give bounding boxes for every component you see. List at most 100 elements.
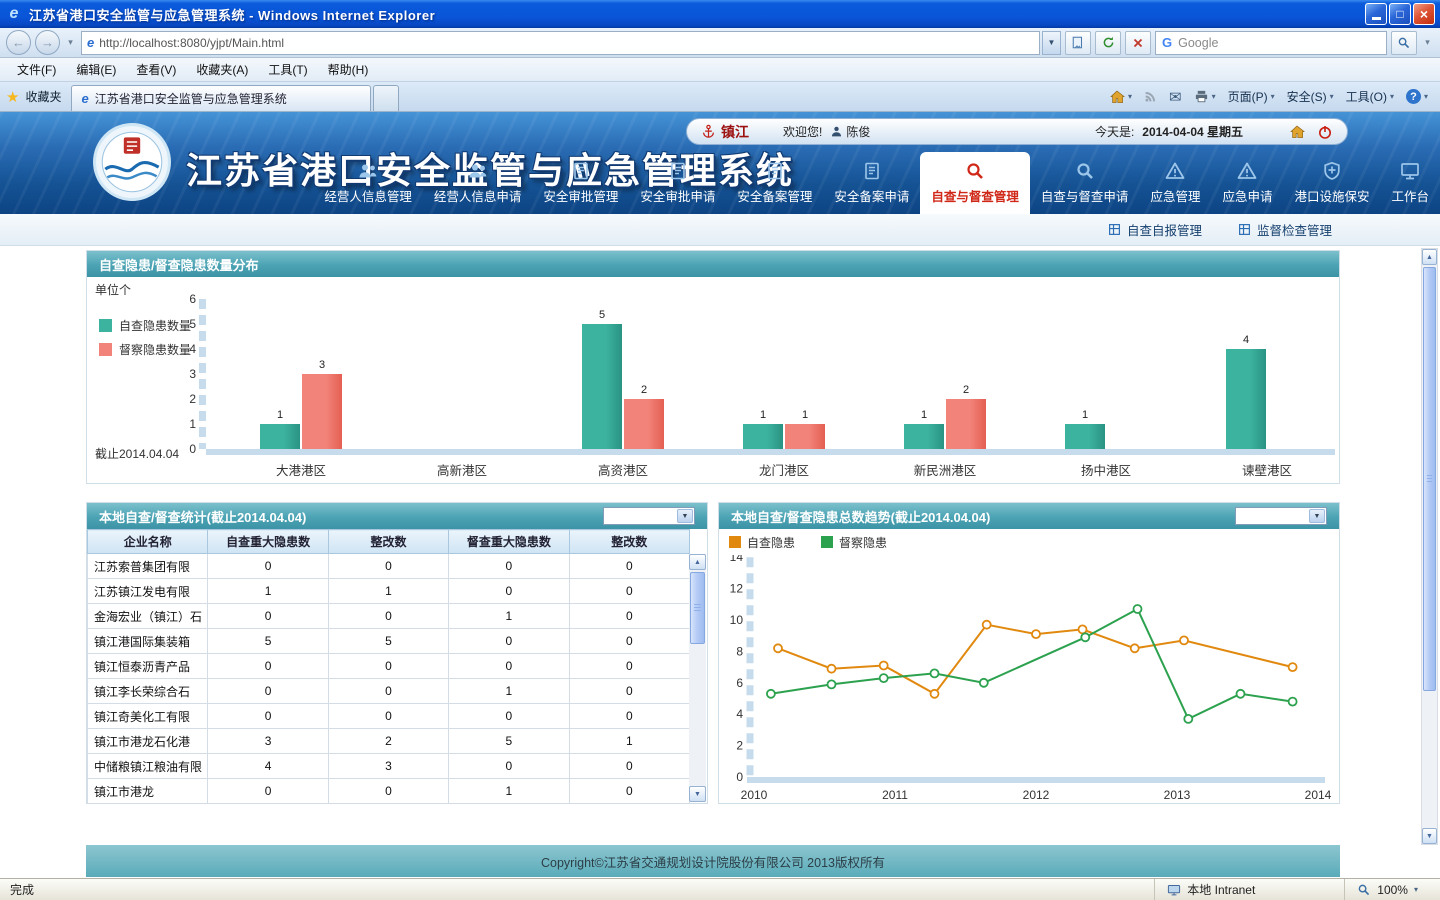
anchor-icon	[701, 124, 716, 139]
nav-item-3[interactable]: 安全审批管理	[532, 152, 629, 214]
menu-item[interactable]: 收藏夹(A)	[187, 58, 257, 81]
history-dropdown[interactable]: ▾	[64, 37, 77, 48]
print-button[interactable]: ▾	[1194, 89, 1216, 104]
page-scroll-track[interactable]	[1422, 265, 1437, 828]
address-field[interactable]: e http://localhost:8080/yjpt/Main.html	[81, 31, 1040, 55]
nav-item-4[interactable]: 安全审批申请	[629, 152, 726, 214]
search-placeholder: Google	[1178, 36, 1218, 50]
svg-text:6: 6	[736, 676, 743, 690]
logout-icon[interactable]	[1317, 124, 1333, 140]
nav-item-8[interactable]: 自查与督查申请	[1030, 152, 1140, 214]
table-row[interactable]: 镇江港国际集装箱5500	[88, 629, 690, 654]
refresh-button[interactable]	[1095, 31, 1121, 55]
table-scroll-track[interactable]	[689, 570, 706, 786]
line-chart-panel: 本地自查/督查隐患总数趋势(截止2014.04.04) ▼ 自查隐患督察隐患 0…	[718, 502, 1340, 804]
page-menu-button[interactable]: 页面(P)▾	[1228, 88, 1275, 105]
search-magnifier-icon	[1397, 36, 1411, 50]
svg-text:12: 12	[730, 582, 744, 596]
city-label: 镇江	[721, 122, 749, 142]
nav-item-6[interactable]: 安全备案申请	[823, 152, 920, 214]
stop-button[interactable]	[1125, 31, 1151, 55]
table-scrollbar[interactable]: ▲ ▼	[689, 554, 706, 802]
grid-icon	[1238, 223, 1251, 236]
sub-menu-item[interactable]: 监督检查管理	[1238, 220, 1332, 239]
table-row[interactable]: 镇江奇美化工有限0000	[88, 704, 690, 729]
table-row[interactable]: 镇江恒泰沥青产品0000	[88, 654, 690, 679]
tools-menu-button[interactable]: 工具(O)▾	[1346, 88, 1394, 105]
nav-item-7[interactable]: 自查与督查管理	[920, 152, 1030, 214]
people-icon	[358, 161, 378, 181]
zoom-icon	[1357, 883, 1371, 897]
address-dropdown[interactable]: ▼	[1042, 31, 1061, 55]
y-tick-label: 1	[172, 417, 196, 431]
table-row[interactable]: 镇江市港龙石化港3251	[88, 729, 690, 754]
safety-menu-button[interactable]: 安全(S)▾	[1287, 88, 1334, 105]
nav-item-12[interactable]: 工作台	[1380, 152, 1440, 214]
maximize-button[interactable]: □	[1389, 3, 1411, 25]
table-cell: 0	[569, 779, 689, 804]
new-tab-stub[interactable]	[373, 85, 399, 111]
search-dropdown[interactable]: ▾	[1421, 37, 1434, 48]
legend-item: 督察隐患	[821, 534, 887, 551]
nav-item-label: 自查与督查管理	[931, 186, 1019, 205]
table-cell: 0	[208, 779, 328, 804]
search-button[interactable]	[1391, 31, 1417, 55]
help-caret-icon: ▾	[1424, 92, 1428, 101]
table-cell: 1	[449, 779, 569, 804]
nav-item-label: 应急申请	[1222, 186, 1272, 205]
legend-swatch	[99, 343, 112, 356]
menu-item[interactable]: 工具(T)	[259, 58, 316, 81]
read-mail-button[interactable]: ✉	[1169, 88, 1182, 106]
browser-tab[interactable]: e 江苏省港口安全监管与应急管理系统	[71, 85, 371, 111]
table-cell: 0	[328, 679, 448, 704]
table-cell: 0	[208, 654, 328, 679]
table-row[interactable]: 镇江李长荣综合石0010	[88, 679, 690, 704]
page-scrollbar[interactable]: ▲ ▼	[1421, 248, 1438, 845]
table-cell: 江苏索普集团有限	[88, 554, 208, 579]
nav-item-2[interactable]: 经营人信息申请	[423, 152, 533, 214]
table-panel-title: 本地自查/督查统计(截止2014.04.04) ▼	[87, 503, 707, 529]
table-filter-select[interactable]: ▼	[603, 507, 695, 525]
table-row[interactable]: 镇江市港龙0010	[88, 779, 690, 804]
feeds-button[interactable]	[1144, 90, 1157, 103]
table-row[interactable]: 金海宏业（镇江）石0010	[88, 604, 690, 629]
nav-item-5[interactable]: 安全备案管理	[726, 152, 823, 214]
table-scroll-thumb[interactable]	[690, 572, 705, 644]
menu-item[interactable]: 编辑(E)	[67, 58, 125, 81]
menu-item[interactable]: 帮助(H)	[319, 58, 378, 81]
zoom-control[interactable]: 100% ▾	[1344, 879, 1430, 900]
close-button[interactable]: ×	[1413, 3, 1435, 25]
table-scroll-down-button[interactable]: ▼	[689, 786, 706, 802]
home-button[interactable]: ▾	[1109, 89, 1132, 105]
trend-filter-select[interactable]: ▼	[1235, 507, 1327, 525]
table-cell: 金海宏业（镇江）石	[88, 604, 208, 629]
nav-item-11[interactable]: 港口设施保安	[1283, 152, 1380, 214]
nav-item-10[interactable]: 应急申请	[1211, 152, 1283, 214]
table-cell: 镇江李长荣综合石	[88, 679, 208, 704]
table-scroll-up-button[interactable]: ▲	[689, 554, 706, 570]
table-row[interactable]: 江苏索普集团有限0000	[88, 554, 690, 579]
nav-item-9[interactable]: 应急管理	[1139, 152, 1211, 214]
forward-button[interactable]: →	[35, 30, 60, 55]
browser-window: e 江苏省港口安全监管与应急管理系统 - Windows Internet Ex…	[0, 0, 1440, 900]
table-row[interactable]: 中储粮镇江粮油有限4300	[88, 754, 690, 779]
help-button[interactable]: ?▾	[1406, 89, 1428, 104]
menu-item[interactable]: 文件(F)	[8, 58, 65, 81]
zone-label: 本地 Intranet	[1187, 881, 1255, 898]
search-box[interactable]: G Google	[1155, 31, 1387, 55]
sub-menu-item[interactable]: 自查自报管理	[1108, 220, 1202, 239]
rss-icon	[1144, 90, 1157, 103]
menu-item[interactable]: 查看(V)	[127, 58, 185, 81]
table-row[interactable]: 江苏镇江发电有限1100	[88, 579, 690, 604]
compatibility-button[interactable]	[1065, 31, 1091, 55]
page-scroll-down-button[interactable]: ▼	[1422, 828, 1437, 844]
home-shortcut-icon[interactable]	[1289, 124, 1305, 140]
page-scroll-thumb[interactable]	[1423, 267, 1436, 691]
bar-value-label: 1	[904, 409, 944, 421]
back-button[interactable]: ←	[6, 30, 31, 55]
table-cell: 0	[328, 704, 448, 729]
page-scroll-up-button[interactable]: ▲	[1422, 249, 1437, 265]
minimize-button[interactable]	[1365, 3, 1387, 25]
favorites-button[interactable]: ★ 收藏夹	[6, 82, 71, 111]
nav-item-1[interactable]: 经营人信息管理	[313, 152, 423, 214]
